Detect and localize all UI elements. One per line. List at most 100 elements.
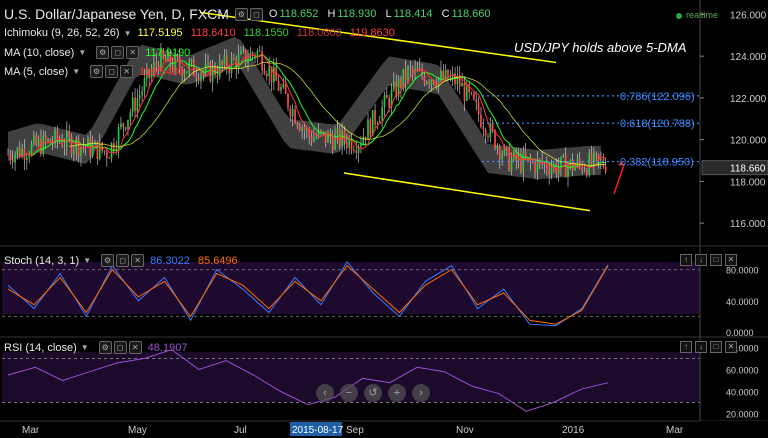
close-icon[interactable]: ✕: [725, 254, 737, 266]
close-icon[interactable]: ✕: [120, 65, 134, 78]
candle-body: [557, 167, 560, 175]
candle-body: [586, 170, 588, 176]
settings-icon[interactable]: ⚙: [96, 46, 110, 59]
settings-icon[interactable]: ⚙: [101, 254, 115, 267]
candle-body: [66, 131, 68, 147]
move-down-icon[interactable]: ↓: [695, 341, 707, 353]
rsi-legend[interactable]: RSI (14, close) ▼ ⚙ ◻ ✕ 48.1907: [4, 341, 193, 354]
rsi-pane-controls: ↑ ↓ □ ✕: [680, 341, 737, 353]
hide-icon[interactable]: ◻: [116, 254, 130, 267]
candle-body: [600, 159, 602, 160]
y-tick-label: 126.000: [730, 10, 767, 21]
candle-body: [63, 146, 66, 148]
move-up-icon[interactable]: ↑: [680, 254, 692, 266]
candle-body: [190, 59, 193, 63]
candle-body: [310, 136, 313, 142]
rsi-tick-label: 20.0000: [726, 410, 759, 420]
candle-body: [14, 154, 16, 163]
candle-body: [588, 153, 590, 176]
candle-body: [268, 66, 270, 77]
candle-body: [303, 127, 306, 131]
candle-body: [141, 91, 143, 95]
candle-body: [411, 68, 414, 73]
scroll-right-icon[interactable]: ›: [412, 384, 430, 402]
settings-icon[interactable]: ⚙: [98, 341, 112, 354]
candle-body: [308, 129, 310, 137]
candle-body: [129, 112, 132, 120]
candle-body: [207, 62, 209, 64]
candle-body: [11, 159, 14, 163]
candle-body: [491, 123, 494, 131]
candle-body: [134, 97, 136, 112]
zoom-out-icon[interactable]: −: [340, 384, 358, 402]
close-icon[interactable]: ✕: [128, 341, 142, 354]
settings-icon[interactable]: ⚙: [234, 7, 248, 21]
candle-body: [37, 139, 40, 145]
candle-body: [117, 127, 120, 149]
candle-body: [475, 99, 478, 103]
ma5-legend[interactable]: MA (5, close) ▼ ⚙ ◻ ✕ 118.5480: [4, 65, 190, 78]
chevron-down-icon[interactable]: ▼: [83, 256, 91, 265]
candle-body: [562, 155, 565, 157]
candle-body: [113, 142, 115, 151]
y-tick-label: 118.000: [730, 177, 766, 188]
candle-body: [200, 74, 202, 82]
scroll-left-icon[interactable]: ‹: [316, 384, 334, 402]
candle-body: [447, 69, 449, 80]
close-icon[interactable]: ✕: [126, 46, 140, 59]
candle-body: [61, 141, 63, 147]
candle-body: [322, 131, 325, 133]
candle-body: [313, 137, 315, 142]
chevron-down-icon[interactable]: ▼: [81, 343, 89, 352]
chevron-down-icon[interactable]: ▼: [78, 48, 86, 57]
y-tick-label: 120.000: [730, 136, 767, 147]
candle-body: [355, 150, 358, 153]
candle-body: [381, 107, 383, 122]
candle-body: [47, 139, 49, 141]
stoch-tick-label: 40.0000: [726, 297, 759, 307]
stoch-tick-label: 0.0000: [726, 328, 754, 338]
ma5-label: MA (5, close): [4, 65, 69, 78]
candle-body: [482, 126, 485, 130]
chevron-down-icon[interactable]: ▼: [124, 29, 132, 38]
fib-level-label: 0.618(120.788): [620, 118, 695, 130]
stoch-legend[interactable]: Stoch (14, 3, 1) ▼ ⚙ ◻ ✕ 86.3022 85.6496: [4, 254, 244, 267]
candle-body: [40, 139, 42, 155]
candle-body: [143, 78, 146, 92]
candle-body: [258, 50, 261, 52]
maximize-icon[interactable]: □: [710, 341, 722, 353]
close-icon[interactable]: ✕: [131, 254, 145, 267]
zoom-in-icon[interactable]: +: [388, 384, 406, 402]
candle-body: [480, 114, 482, 127]
candle-body: [296, 123, 299, 126]
move-up-icon[interactable]: ↑: [680, 341, 692, 353]
candle-body: [409, 66, 412, 69]
maximize-icon[interactable]: □: [710, 254, 722, 266]
ichimoku-legend[interactable]: Ichimoku (9, 26, 52, 26) ▼ 117.5195 118.…: [4, 27, 401, 39]
candle-body: [386, 94, 388, 99]
candle-body: [273, 67, 275, 83]
reset-icon[interactable]: ↺: [364, 384, 382, 402]
candle-body: [228, 68, 230, 73]
candle-body: [487, 136, 489, 138]
hide-icon[interactable]: ◻: [111, 46, 125, 59]
candle-body: [510, 159, 513, 171]
stoch-label: Stoch (14, 3, 1): [4, 254, 80, 267]
hide-icon[interactable]: ◻: [113, 341, 127, 354]
candle-body: [583, 170, 586, 171]
ma10-legend[interactable]: MA (10, close) ▼ ⚙ ◻ ✕ 117.9190: [4, 46, 196, 59]
chevron-down-icon[interactable]: ▼: [72, 67, 80, 76]
candle-body: [108, 158, 110, 159]
candle-body: [106, 151, 108, 159]
candle-body: [336, 128, 339, 135]
candle-body: [216, 75, 219, 77]
move-down-icon[interactable]: ↓: [695, 254, 707, 266]
hide-icon[interactable]: ◻: [249, 7, 263, 21]
hide-icon[interactable]: ◻: [105, 65, 119, 78]
close-icon[interactable]: ✕: [725, 341, 737, 353]
settings-icon[interactable]: ⚙: [90, 65, 104, 78]
symbol-title[interactable]: U.S. Dollar/Japanese Yen, D, FXCM: [4, 6, 229, 22]
candle-body: [33, 135, 35, 144]
candle-body: [407, 66, 409, 81]
candle-body: [371, 110, 374, 136]
